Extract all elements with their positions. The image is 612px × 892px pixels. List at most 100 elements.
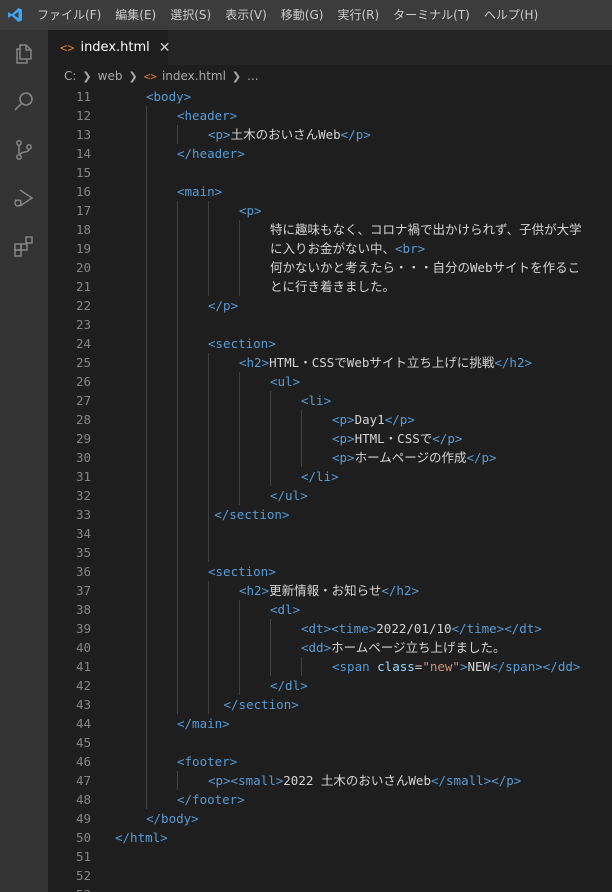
line-number: 15 xyxy=(75,165,91,180)
breadcrumb-file[interactable]: index.html xyxy=(162,69,226,83)
code-line: 11 <body> xyxy=(48,87,612,106)
tab-index-html[interactable]: <> index.html ✕ xyxy=(48,30,171,65)
code-token: NEW xyxy=(467,659,491,674)
line-number: 46 xyxy=(75,754,91,769)
search-icon[interactable] xyxy=(0,78,48,126)
run-debug-icon[interactable] xyxy=(0,174,48,222)
code-content: <body> xyxy=(146,87,191,106)
code-token: に入りお金がない中、 xyxy=(270,241,396,256)
line-number: 25 xyxy=(75,355,91,370)
code-line: 43 </section> xyxy=(48,695,612,714)
code-token: <section> xyxy=(208,336,276,351)
code-content: </li> xyxy=(301,467,339,486)
line-number: 34 xyxy=(75,526,91,541)
code-content: <p>Day1</p> xyxy=(332,410,415,429)
code-token: <h2> xyxy=(239,583,270,598)
code-line: 42 </dl> xyxy=(48,676,612,695)
code-line: 24 <section> xyxy=(48,334,612,353)
code-line: 53 xyxy=(48,885,612,892)
menu-selection[interactable]: 選択(S) xyxy=(163,0,218,30)
code-token: </p> xyxy=(466,450,497,465)
code-editor[interactable]: 11 <body> 12 <header> 13 <p>土木のおいさんWeb</p> 14 <… xyxy=(48,87,612,892)
html-file-icon: <> xyxy=(60,40,75,55)
tab-bar: <> index.html ✕ xyxy=(48,30,612,65)
code-token: <body> xyxy=(146,89,192,104)
line-number: 47 xyxy=(75,773,91,788)
line-number: 20 xyxy=(75,260,91,275)
code-content: </main> xyxy=(177,714,230,733)
code-line: 29 <p>HTML・CSSで</p> xyxy=(48,429,612,448)
code-content: <header> xyxy=(177,106,237,125)
code-token: <main> xyxy=(177,184,223,199)
code-token: </section> xyxy=(223,697,299,712)
indent-guide xyxy=(301,410,302,467)
line-number: 36 xyxy=(75,564,91,579)
line-number: 12 xyxy=(75,108,91,123)
code-token: <p> xyxy=(332,450,355,465)
code-content: <p>ホームページの作成</p> xyxy=(332,448,497,467)
menu-file[interactable]: ファイル(F) xyxy=(30,0,108,30)
menu-edit[interactable]: 編集(E) xyxy=(108,0,163,30)
code-token: </main> xyxy=(177,716,230,731)
code-line: 41 <span class="new">NEW</span></dd> xyxy=(48,657,612,676)
line-number: 13 xyxy=(75,127,91,142)
code-line: 14 </header> xyxy=(48,144,612,163)
code-content: </ul> xyxy=(270,486,308,505)
code-token: Day1 xyxy=(354,412,385,427)
code-content: <p> xyxy=(239,201,262,220)
line-number: 37 xyxy=(75,583,91,598)
code-content: </body> xyxy=(146,809,199,828)
line-number: 14 xyxy=(75,146,91,161)
line-number: 26 xyxy=(75,374,91,389)
breadcrumb-folder[interactable]: web xyxy=(98,69,123,83)
source-control-icon[interactable] xyxy=(0,126,48,174)
code-content: <h2>更新情報・お知らせ</h2> xyxy=(239,581,419,600)
code-content: </p> xyxy=(208,296,238,315)
code-content: <p><small>2022 土木のおいさんWeb</small></p> xyxy=(208,771,521,790)
code-content: <span class="new">NEW</span></dd> xyxy=(332,657,580,676)
code-token: HTML・CSSで xyxy=(354,431,433,446)
code-line: 13 <p>土木のおいさんWeb</p> xyxy=(48,125,612,144)
breadcrumb-more[interactable]: ... xyxy=(247,69,258,83)
code-line: 52 xyxy=(48,866,612,885)
code-token: <span xyxy=(332,659,378,674)
code-token: </section> xyxy=(214,507,290,522)
code-token: </html> xyxy=(115,830,168,845)
code-content: <li> xyxy=(301,391,331,410)
code-token: </p> xyxy=(208,298,239,313)
code-token: ホームページの作成 xyxy=(354,450,467,465)
extensions-icon[interactable] xyxy=(0,222,48,270)
close-icon[interactable]: ✕ xyxy=(159,40,171,56)
code-line: 35 xyxy=(48,543,612,562)
line-number: 21 xyxy=(75,279,91,294)
explorer-icon[interactable] xyxy=(0,30,48,78)
code-line: 44 </main> xyxy=(48,714,612,733)
code-line: 26 <ul> xyxy=(48,372,612,391)
code-line: 39 <dt><time>2022/01/10</time></dt> xyxy=(48,619,612,638)
code-line: 18 特に趣味もなく、コロナ禍で出かけられず、子供が大学 xyxy=(48,220,612,239)
code-line: 49 </body> xyxy=(48,809,612,828)
code-token: </p> xyxy=(491,773,522,788)
indent-guide xyxy=(208,581,209,714)
menu-run[interactable]: 実行(R) xyxy=(330,0,386,30)
line-number: 41 xyxy=(75,659,91,674)
code-token: 2022 土木のおいさんWeb xyxy=(283,773,431,788)
code-line: 38 <dl> xyxy=(48,600,612,619)
menu-help[interactable]: ヘルプ(H) xyxy=(477,0,545,30)
code-token: 更新情報・お知らせ xyxy=(269,583,382,598)
code-token: HTML・CSSでWebサイト立ち上げに挑戦 xyxy=(269,355,495,370)
menu-terminal[interactable]: ターミナル(T) xyxy=(386,0,477,30)
breadcrumb-drive[interactable]: C: xyxy=(64,69,76,83)
line-number: 53 xyxy=(48,885,91,892)
menu-view[interactable]: 表示(V) xyxy=(218,0,274,30)
code-line: 48 </footer> xyxy=(48,790,612,809)
code-token: </small> xyxy=(430,773,492,788)
indent-guide xyxy=(177,125,178,144)
code-content: <section> xyxy=(208,562,276,581)
code-token: <p> xyxy=(332,412,355,427)
menu-go[interactable]: 移動(G) xyxy=(274,0,331,30)
code-token: class xyxy=(377,659,415,674)
code-content: 何かないかと考えたら・・・自分のWebサイトを作るこ xyxy=(270,258,580,277)
code-token: 土木のおいさんWeb xyxy=(230,127,341,142)
html-file-icon: <> xyxy=(143,69,157,83)
